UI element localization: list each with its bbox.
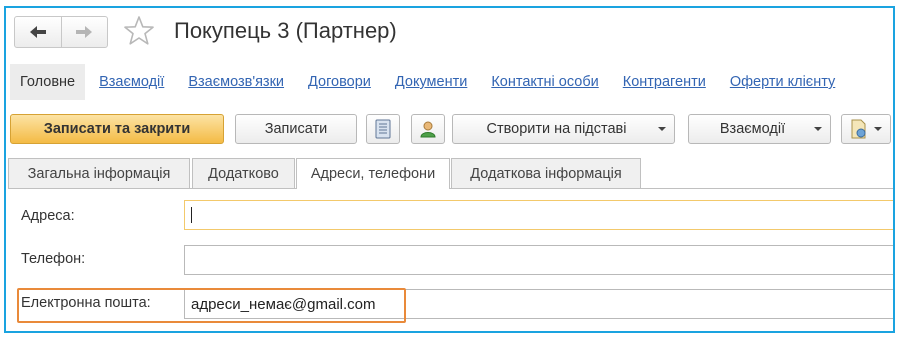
- arrow-left-icon: [29, 26, 46, 38]
- section-interactions[interactable]: Взаємодії: [99, 74, 164, 90]
- tab-addresses-phones-label: Адреси, телефони: [310, 166, 436, 182]
- print-menu-button[interactable]: [841, 114, 891, 144]
- tab-additional-label: Додатково: [208, 165, 279, 182]
- interactions-label: Взаємодії: [719, 121, 786, 137]
- contact-person-button[interactable]: [411, 114, 445, 144]
- form-window: Покупець 3 (Партнер) Головне Взаємодії В…: [4, 6, 895, 333]
- history-nav: [14, 16, 108, 48]
- phone-field[interactable]: [184, 245, 893, 275]
- address-label: Адреса:: [21, 208, 75, 224]
- tab-general-info-label: Загальна інформація: [27, 165, 171, 182]
- save-button[interactable]: Записати: [235, 114, 357, 144]
- tab-additional[interactable]: Додатково: [192, 158, 295, 188]
- chevron-down-icon: [658, 127, 666, 131]
- section-documents[interactable]: Документи: [395, 74, 467, 90]
- text-cursor: [191, 207, 192, 223]
- save-label: Записати: [264, 121, 328, 137]
- tab-extra-info-label: Додаткова інформація: [470, 165, 622, 182]
- star-icon[interactable]: [122, 14, 156, 48]
- address-field[interactable]: [184, 200, 893, 230]
- interactions-dropdown[interactable]: Взаємодії: [688, 114, 831, 144]
- arrow-right-icon: [76, 26, 93, 38]
- tab-addresses-phones[interactable]: Адреси, телефони: [296, 158, 450, 189]
- section-contracts[interactable]: Договори: [308, 74, 371, 90]
- tab-general-info[interactable]: Загальна інформація: [8, 158, 190, 188]
- print-document-icon: [851, 119, 866, 139]
- email-highlight-box: [17, 288, 406, 323]
- document-list-icon: [375, 119, 391, 139]
- report-button[interactable]: [366, 114, 400, 144]
- save-and-close-label: Записати та закрити: [43, 121, 191, 137]
- chevron-down-icon: [814, 127, 822, 131]
- section-nav: Головне Взаємодії Взаємозв'язки Договори…: [10, 64, 859, 100]
- section-client-offers[interactable]: Оферти клієнту: [730, 74, 835, 90]
- chevron-down-icon: [874, 127, 882, 131]
- create-based-on-label: Створити на підставі: [486, 121, 627, 137]
- forward-button[interactable]: [60, 17, 108, 47]
- section-contact-persons[interactable]: Контактні особи: [491, 74, 598, 90]
- tab-extra-info[interactable]: Додаткова інформація: [451, 158, 641, 188]
- section-main[interactable]: Головне: [10, 64, 86, 100]
- section-counterparties[interactable]: Контрагенти: [623, 74, 706, 90]
- phone-label: Телефон:: [21, 251, 86, 267]
- page-title: Покупець 3 (Партнер): [174, 18, 397, 43]
- back-button[interactable]: [15, 17, 61, 47]
- create-based-on-button[interactable]: Створити на підставі: [452, 114, 675, 144]
- form-tabs: Загальна інформація Додатково Адреси, те…: [8, 158, 893, 189]
- save-and-close-button[interactable]: Записати та закрити: [10, 114, 224, 144]
- person-icon: [420, 121, 436, 138]
- section-relations[interactable]: Взаємозв'язки: [188, 74, 284, 90]
